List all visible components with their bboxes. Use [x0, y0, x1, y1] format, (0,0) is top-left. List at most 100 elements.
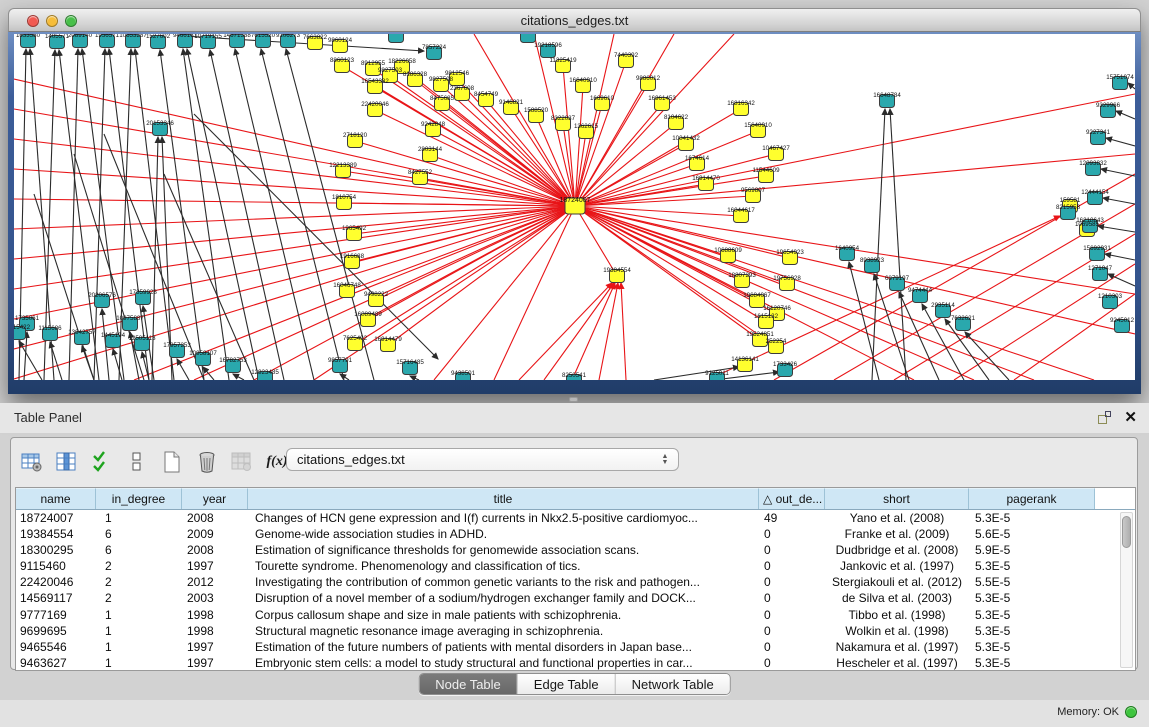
- memory-status-label: Memory: OK: [1057, 706, 1119, 718]
- svg-text:9242848: 9242848: [421, 121, 446, 128]
- cell-year: 2009: [182, 526, 248, 542]
- cell-title: Estimation of the future numbers of pati…: [248, 639, 759, 655]
- svg-text:9860124: 9860124: [328, 37, 353, 44]
- network-select[interactable]: citations_edges.txt ▲▼: [286, 448, 679, 471]
- cell-title: Investigating the contribution of common…: [248, 574, 759, 590]
- svg-text:10653287: 10653287: [119, 34, 147, 39]
- column-header-year[interactable]: year: [182, 488, 248, 509]
- table-row[interactable]: 1830029562008Estimation of significance …: [16, 542, 1135, 558]
- cell-short: de Silva et al. (2003): [825, 590, 969, 606]
- svg-text:16120746: 16120746: [763, 305, 791, 312]
- tab-edge-table[interactable]: Edge Table: [518, 674, 616, 694]
- column-header-short[interactable]: short: [825, 488, 969, 509]
- selection-mode-icon[interactable]: [124, 449, 150, 475]
- scrollbar-thumb[interactable]: [1122, 516, 1131, 548]
- svg-text:7663822: 7663822: [303, 34, 328, 41]
- cell-in_degree: 1: [96, 607, 182, 623]
- cell-year: 1997: [182, 655, 248, 671]
- svg-text:1810754: 1810754: [332, 194, 357, 201]
- svg-text:19524851: 19524851: [746, 331, 774, 338]
- svg-text:8104622: 8104622: [664, 114, 689, 121]
- delete-table-icon[interactable]: [229, 449, 255, 475]
- window-titlebar[interactable]: citations_edges.txt: [8, 8, 1141, 32]
- network-canvas[interactable]: 1633580140557120891401956571106532871527…: [14, 34, 1135, 380]
- svg-text:16914479: 16914479: [374, 336, 402, 343]
- node-table: namein_degreeyeartitle△ out_de...shortpa…: [15, 487, 1136, 671]
- cell-name: 22420046: [16, 574, 96, 590]
- column-header-in_degree[interactable]: in_degree: [96, 488, 182, 509]
- cell-in_degree: 6: [96, 526, 182, 542]
- table-row[interactable]: 1456911722003Disruption of a novel membe…: [16, 590, 1135, 606]
- table-row[interactable]: 946362711997Embryonic stem cells: a mode…: [16, 655, 1135, 671]
- table-row[interactable]: 2242004622012Investigating the contribut…: [16, 574, 1135, 590]
- table-row[interactable]: 1938455462009Genome-wide association stu…: [16, 526, 1135, 542]
- cell-pagerank: 5.3E-5: [969, 607, 1095, 623]
- column-header-title[interactable]: title: [248, 488, 759, 509]
- new-column-icon[interactable]: [159, 449, 185, 475]
- svg-text:8475685: 8475685: [430, 95, 455, 102]
- svg-text:6879197: 6879197: [885, 275, 910, 282]
- combo-stepper-icon[interactable]: ▲▼: [659, 451, 671, 469]
- cell-in_degree: 1: [96, 655, 182, 671]
- cell-short: Nakamura et al. (1997): [825, 639, 969, 655]
- table-row[interactable]: 946554611997Estimation of the future num…: [16, 639, 1135, 655]
- cell-pagerank: 5.3E-5: [969, 590, 1095, 606]
- table-row[interactable]: 969969511998Structural magnetic resonanc…: [16, 623, 1135, 639]
- float-panel-icon[interactable]: [1098, 411, 1111, 424]
- tab-node-table[interactable]: Node Table: [419, 674, 518, 694]
- citation-graph[interactable]: 1633580140557120891401956571106532871527…: [14, 34, 1135, 380]
- svg-text:12093832: 12093832: [1079, 160, 1107, 167]
- svg-text:9569807: 9569807: [741, 187, 766, 194]
- network-select-value: citations_edges.txt: [297, 452, 405, 467]
- svg-text:7857224: 7857224: [422, 44, 447, 51]
- panel-splitter-handle[interactable]: [569, 397, 578, 402]
- cell-year: 1997: [182, 639, 248, 655]
- table-mode-icon[interactable]: [19, 449, 45, 475]
- svg-text:1674614: 1674614: [685, 155, 710, 162]
- cell-pagerank: 5.6E-5: [969, 526, 1095, 542]
- cell-name: 9463627: [16, 655, 96, 671]
- cell-out_degree: 0: [759, 655, 825, 671]
- svg-text:8454749: 8454749: [474, 91, 499, 98]
- cell-title: Tourette syndrome. Phenomenology and cla…: [248, 558, 759, 574]
- cell-name: 19384554: [16, 526, 96, 542]
- svg-text:252254: 252254: [766, 338, 787, 345]
- table-row[interactable]: 911546021997Tourette syndrome. Phenomeno…: [16, 558, 1135, 574]
- cell-short: Stergiakouli et al. (2012): [825, 574, 969, 590]
- column-header-pagerank[interactable]: pagerank: [969, 488, 1095, 509]
- svg-text:16816342: 16816342: [727, 100, 755, 107]
- column-header-name[interactable]: name: [16, 488, 96, 509]
- svg-text:17957253: 17957253: [163, 342, 191, 349]
- svg-text:8215958: 8215958: [1056, 204, 1081, 211]
- svg-text:1633580: 1633580: [16, 34, 41, 39]
- cell-pagerank: 5.3E-5: [969, 558, 1095, 574]
- cell-name: 9699695: [16, 623, 96, 639]
- cell-year: 1998: [182, 623, 248, 639]
- svg-text:9498222: 9498222: [364, 291, 389, 298]
- svg-text:8250541: 8250541: [562, 372, 587, 379]
- svg-text:16782753: 16782753: [219, 357, 247, 364]
- svg-text:17359928: 17359928: [129, 289, 157, 296]
- svg-text:16046748: 16046748: [333, 282, 361, 289]
- delete-column-icon[interactable]: [194, 449, 220, 475]
- svg-text:8860123: 8860123: [330, 57, 355, 64]
- column-header-out_degree[interactable]: △ out_de...: [759, 488, 825, 509]
- cell-pagerank: 5.5E-5: [969, 574, 1095, 590]
- svg-text:20153346: 20153346: [146, 120, 174, 127]
- svg-text:9227341: 9227341: [1086, 129, 1111, 136]
- svg-text:10041432: 10041432: [672, 135, 700, 142]
- table-row[interactable]: 1872400712008Changes of HCN gene express…: [16, 510, 1135, 526]
- table-scrollbar[interactable]: [1120, 512, 1133, 668]
- svg-text:7615520: 7615520: [251, 34, 276, 39]
- cell-name: 9777169: [16, 607, 96, 623]
- network-view-window: citations_edges.txt 163358014055712089: [8, 8, 1141, 394]
- tab-network-table[interactable]: Network Table: [616, 674, 730, 694]
- close-panel-icon[interactable]: ✕: [1124, 408, 1137, 426]
- svg-text:7632621: 7632621: [951, 315, 976, 322]
- show-column-icon[interactable]: [54, 449, 80, 475]
- select-all-checks-icon[interactable]: [89, 449, 115, 475]
- graph-node[interactable]: [389, 34, 404, 43]
- svg-text:20206576: 20206576: [88, 292, 116, 299]
- table-row[interactable]: 977716911998Corpus callosum shape and si…: [16, 607, 1135, 623]
- svg-text:9827503: 9827503: [378, 67, 403, 74]
